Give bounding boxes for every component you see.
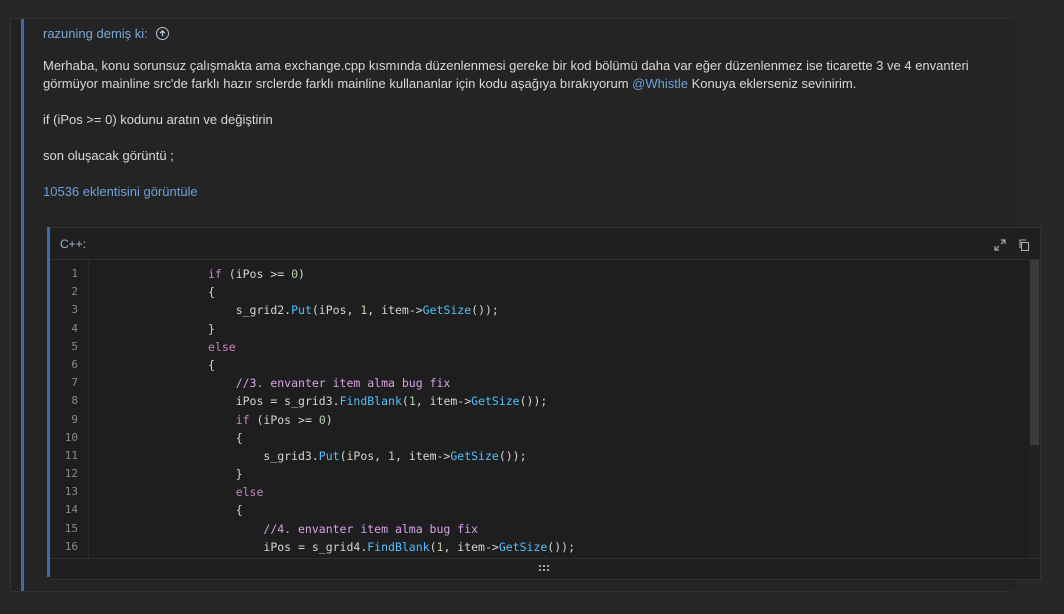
code-line: 2{: [50, 283, 1026, 301]
line-number: 13: [64, 485, 78, 499]
grip-icon[interactable]: [538, 564, 552, 575]
quote-paragraph: son oluşacak görüntü ;: [43, 148, 174, 163]
line-number: 4: [71, 321, 78, 335]
code-line: 8 iPos = s_grid3.FindBlank(1, item->GetS…: [50, 392, 1026, 410]
code-line: 13 else: [50, 483, 1026, 501]
expand-icon[interactable]: [994, 238, 1006, 251]
code-line: 6{: [50, 356, 1026, 374]
line-number: 12: [64, 467, 78, 481]
quote-paragraph: if (iPos >= 0) kodunu aratın ve değiştir…: [43, 112, 273, 127]
code-line: 5 else: [50, 338, 1026, 356]
scrollbar-thumb[interactable]: [1030, 260, 1039, 445]
code-lines: 1 if (iPos >= 0) 2{ 3 s_grid2.Put(iPos, 1…: [50, 265, 1026, 556]
line-number: 1: [71, 267, 78, 280]
quote-body: Merhaba, konu sorunsuz çalışmakta ama ex…: [43, 57, 1003, 201]
post-container: razuning demiş ki: Merhaba, konu sorunsu…: [10, 18, 1041, 592]
copy-icon[interactable]: [1018, 238, 1030, 251]
line-number: 16: [64, 539, 78, 553]
line-number: 14: [64, 503, 78, 517]
code-line: 16 iPos = s_grid4.FindBlank(1, item->Get…: [50, 538, 1026, 556]
code-line: 10 {: [50, 429, 1026, 447]
line-number: 7: [71, 376, 78, 390]
line-number: 9: [71, 412, 78, 426]
code-line: 11 s_grid3.Put(iPos, 1, item->GetSize())…: [50, 447, 1026, 465]
code-line: 4}: [50, 320, 1026, 338]
line-number: 11: [64, 448, 78, 462]
code-line: 9 if (iPos >= 0): [50, 411, 1026, 429]
line-number: 3: [71, 303, 78, 317]
code-header: C++:: [50, 227, 1041, 260]
user-mention[interactable]: @Whistle: [632, 76, 688, 91]
code-line: 12 }: [50, 465, 1026, 483]
code-footer[interactable]: [50, 558, 1041, 580]
line-number: 15: [64, 521, 78, 535]
line-number: 2: [71, 285, 78, 299]
code-line: 3 s_grid2.Put(iPos, 1, item->GetSize());: [50, 301, 1026, 319]
quote-author[interactable]: razuning demiş ki:: [43, 26, 148, 41]
code-area[interactable]: 1 if (iPos >= 0) 2{ 3 s_grid2.Put(iPos, 1…: [50, 260, 1041, 558]
line-number: 10: [64, 430, 78, 444]
code-line: 1 if (iPos >= 0): [50, 265, 1026, 283]
code-line: 14 {: [50, 501, 1026, 519]
attachment-link[interactable]: 10536 eklentisini görüntüle: [43, 184, 198, 199]
code-block: C++: 1 if (iPos >= 0) 2{ 3 s_grid2.Put(iP…: [47, 227, 1041, 580]
code-language-label: C++:: [60, 236, 87, 251]
code-line: 15 //4. envanter item alma bug fix: [50, 520, 1026, 538]
code-scrollbar[interactable]: [1029, 260, 1040, 558]
code-line: 7 //3. envanter item alma bug fix: [50, 374, 1026, 392]
line-number: 6: [71, 357, 78, 371]
quote-header[interactable]: razuning demiş ki:: [43, 26, 169, 41]
quote-text: Konuya eklerseniz sevinirim.: [688, 76, 857, 91]
line-number: 5: [71, 339, 78, 353]
quote-paragraph: Merhaba, konu sorunsuz çalışmakta ama ex…: [43, 57, 1003, 93]
arrow-up-circle-icon[interactable]: [155, 27, 169, 40]
quote-block: razuning demiş ki: Merhaba, konu sorunsu…: [21, 19, 1041, 591]
line-number: 8: [71, 394, 78, 408]
